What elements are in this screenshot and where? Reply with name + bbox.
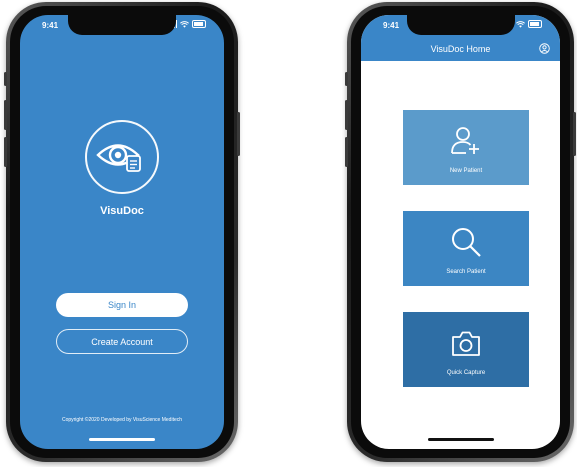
power-button [573, 112, 576, 156]
quick-capture-button[interactable]: Quick Capture [403, 312, 529, 387]
create-account-button[interactable]: Create Account [56, 329, 188, 354]
battery-icon [192, 20, 206, 28]
silent-switch [4, 72, 7, 86]
tile-label: Quick Capture [446, 370, 486, 376]
volume-down-button [4, 137, 7, 167]
wifi-icon [516, 20, 525, 28]
notch [406, 15, 515, 35]
phone-login: 9:41 VisuDoc Sign In Create Account Copy… [4, 2, 240, 462]
search-patient-button[interactable]: Search Patient [403, 211, 529, 286]
eye-document-icon [96, 144, 141, 172]
home-indicator[interactable] [427, 438, 494, 441]
camera-icon [452, 331, 480, 356]
user-circle-icon[interactable] [539, 43, 550, 54]
tile-label: Search Patient [446, 269, 486, 275]
search-icon [452, 228, 481, 257]
silent-switch [345, 72, 348, 86]
tile-label: New Patient [449, 168, 483, 174]
page-title: VisuDoc Home [430, 44, 491, 54]
add-user-icon [451, 127, 479, 154]
phone-home: 9:41 VisuDoc Home New Patient Search Pat… [345, 2, 576, 462]
new-patient-button[interactable]: New Patient [403, 110, 529, 185]
app-logo [85, 120, 159, 194]
home-screen: 9:41 VisuDoc Home New Patient Search Pat… [361, 15, 560, 449]
sign-in-button[interactable]: Sign In [56, 293, 188, 317]
status-time: 9:41 [383, 21, 400, 30]
volume-down-button [345, 137, 348, 167]
app-name: VisuDoc [100, 205, 144, 217]
home-indicator[interactable] [89, 438, 155, 441]
wifi-icon [180, 20, 189, 28]
volume-up-button [345, 100, 348, 130]
status-time: 9:41 [42, 21, 59, 30]
copyright-text: Copyright ©2020 Developed by VisuScience… [61, 417, 183, 423]
volume-up-button [4, 100, 7, 130]
power-button [237, 112, 240, 156]
login-screen: 9:41 VisuDoc Sign In Create Account Copy… [20, 15, 224, 449]
notch [68, 15, 176, 35]
battery-icon [528, 20, 542, 28]
